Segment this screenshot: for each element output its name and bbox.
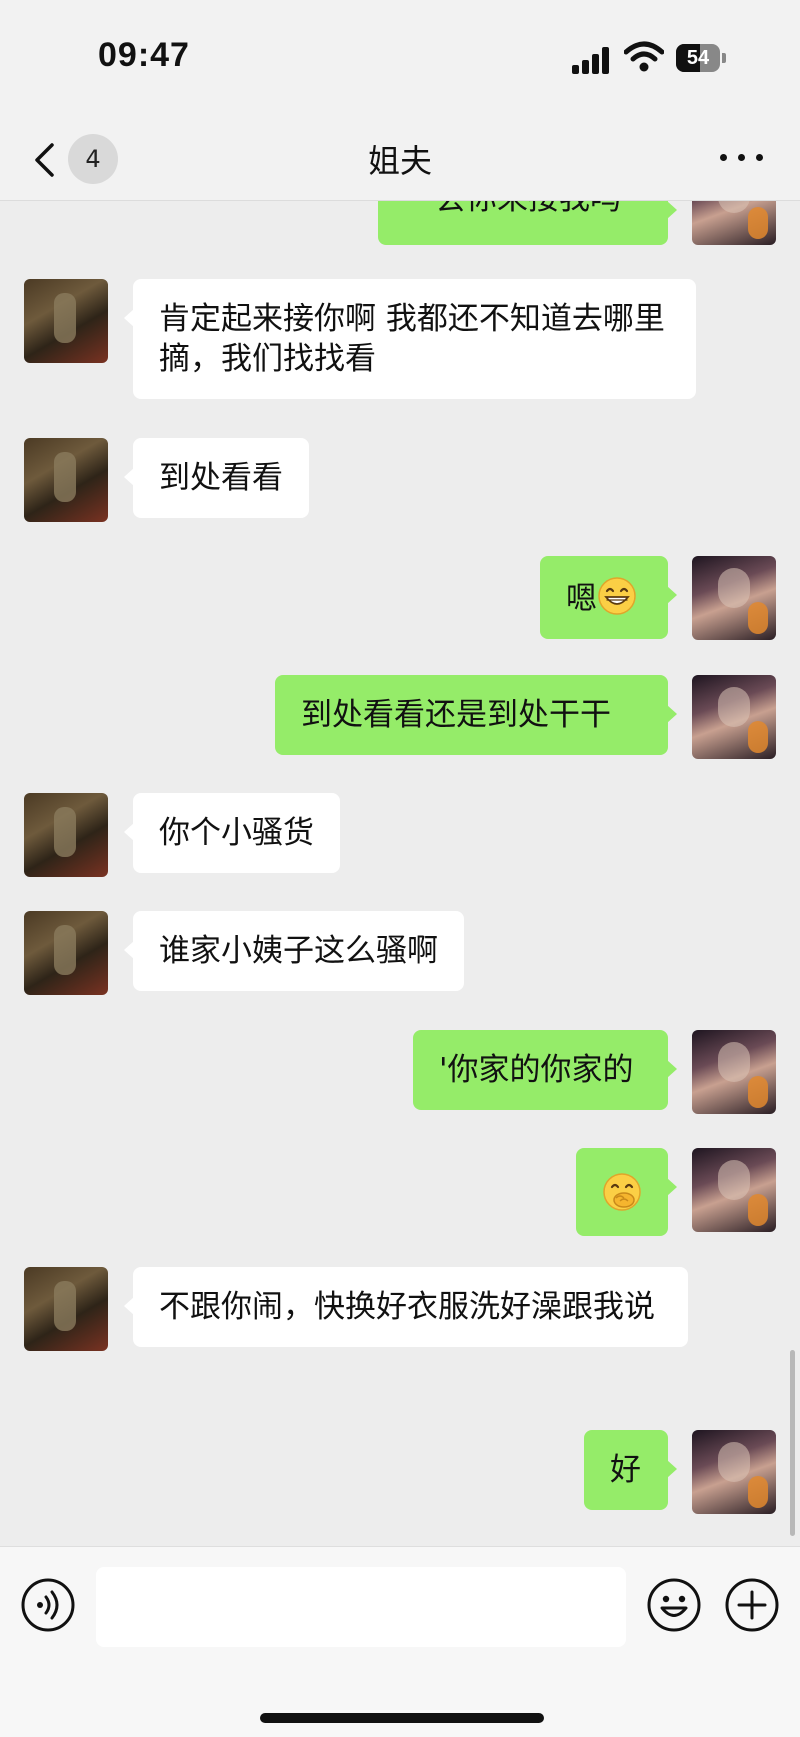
hand-over-mouth-icon: [603, 1173, 641, 1211]
status-bar: 09:47 54: [0, 0, 800, 118]
input-bar: [0, 1546, 800, 1737]
avatar[interactable]: [24, 1267, 108, 1351]
avatar[interactable]: [24, 911, 108, 995]
avatar[interactable]: [24, 438, 108, 522]
battery-level: 54: [686, 47, 710, 69]
status-time: 09:47: [98, 36, 190, 74]
more-dots-icon: [756, 154, 763, 161]
message-text: 一会你来接我吗: [404, 201, 621, 217]
avatar[interactable]: [692, 1148, 776, 1232]
message-bubble[interactable]: 肯定起来接你啊 我都还不知道去哪里摘，我们找找看: [124, 279, 696, 399]
avatar[interactable]: [692, 556, 776, 640]
message-bubble[interactable]: [576, 1148, 677, 1236]
message-bubble[interactable]: 谁家小姨子这么骚啊: [124, 911, 464, 991]
message-bubble[interactable]: 一会你来接我吗: [378, 201, 677, 245]
more-dots-icon: [738, 154, 745, 161]
chat-area[interactable]: 一会你来接我吗 肯定起来接你啊 我都还不知道去哪里摘，我们找找看 到处看看 嗯: [0, 201, 800, 1545]
message-text: 好: [610, 1452, 641, 1488]
avatar[interactable]: [692, 675, 776, 759]
message-bubble[interactable]: 你个小骚货: [124, 793, 340, 873]
avatar[interactable]: [24, 279, 108, 363]
message-bubble[interactable]: 到处看看还是到处干干: [275, 675, 677, 755]
message-bubble[interactable]: 不跟你闹，快换好衣服洗好澡跟我说: [124, 1267, 688, 1347]
battery-tip: [722, 53, 726, 63]
message-bubble[interactable]: 到处看看: [124, 438, 309, 518]
battery-icon: 54: [676, 44, 720, 72]
message-text: 肯定起来接你啊 我都还不知道去哪里摘，我们找找看: [159, 301, 665, 377]
avatar[interactable]: [24, 793, 108, 877]
message-text: 嗯: [566, 581, 597, 617]
message-text: 谁家小姨子这么骚啊: [159, 933, 438, 969]
message-bubble[interactable]: 好: [584, 1430, 677, 1510]
message-text: '你家的你家的: [439, 1052, 634, 1088]
voice-icon[interactable]: [20, 1577, 76, 1633]
message-bubble[interactable]: 嗯: [540, 556, 677, 639]
wifi-icon: [624, 41, 664, 72]
smiley-icon[interactable]: [646, 1577, 702, 1633]
plus-icon[interactable]: [724, 1577, 780, 1633]
grinning-face-icon: [598, 577, 636, 615]
message-input[interactable]: [96, 1567, 626, 1647]
avatar[interactable]: [692, 201, 776, 245]
message-bubble[interactable]: '你家的你家的: [413, 1030, 677, 1110]
scrollbar[interactable]: [790, 1350, 795, 1536]
message-text: 不跟你闹，快换好衣服洗好澡跟我说: [159, 1289, 655, 1325]
chat-title: 姐夫: [367, 142, 432, 180]
avatar[interactable]: [692, 1030, 776, 1114]
nav-bar: 4 姐夫: [0, 118, 800, 201]
signal-icon: [572, 46, 612, 74]
message-text: 你个小骚货: [159, 815, 314, 851]
more-button[interactable]: [712, 134, 772, 178]
more-dots-icon: [720, 154, 727, 161]
home-indicator[interactable]: [260, 1713, 544, 1723]
message-text: 到处看看: [159, 460, 283, 496]
avatar[interactable]: [692, 1430, 776, 1514]
message-text: 到处看看还是到处干干: [301, 697, 611, 733]
